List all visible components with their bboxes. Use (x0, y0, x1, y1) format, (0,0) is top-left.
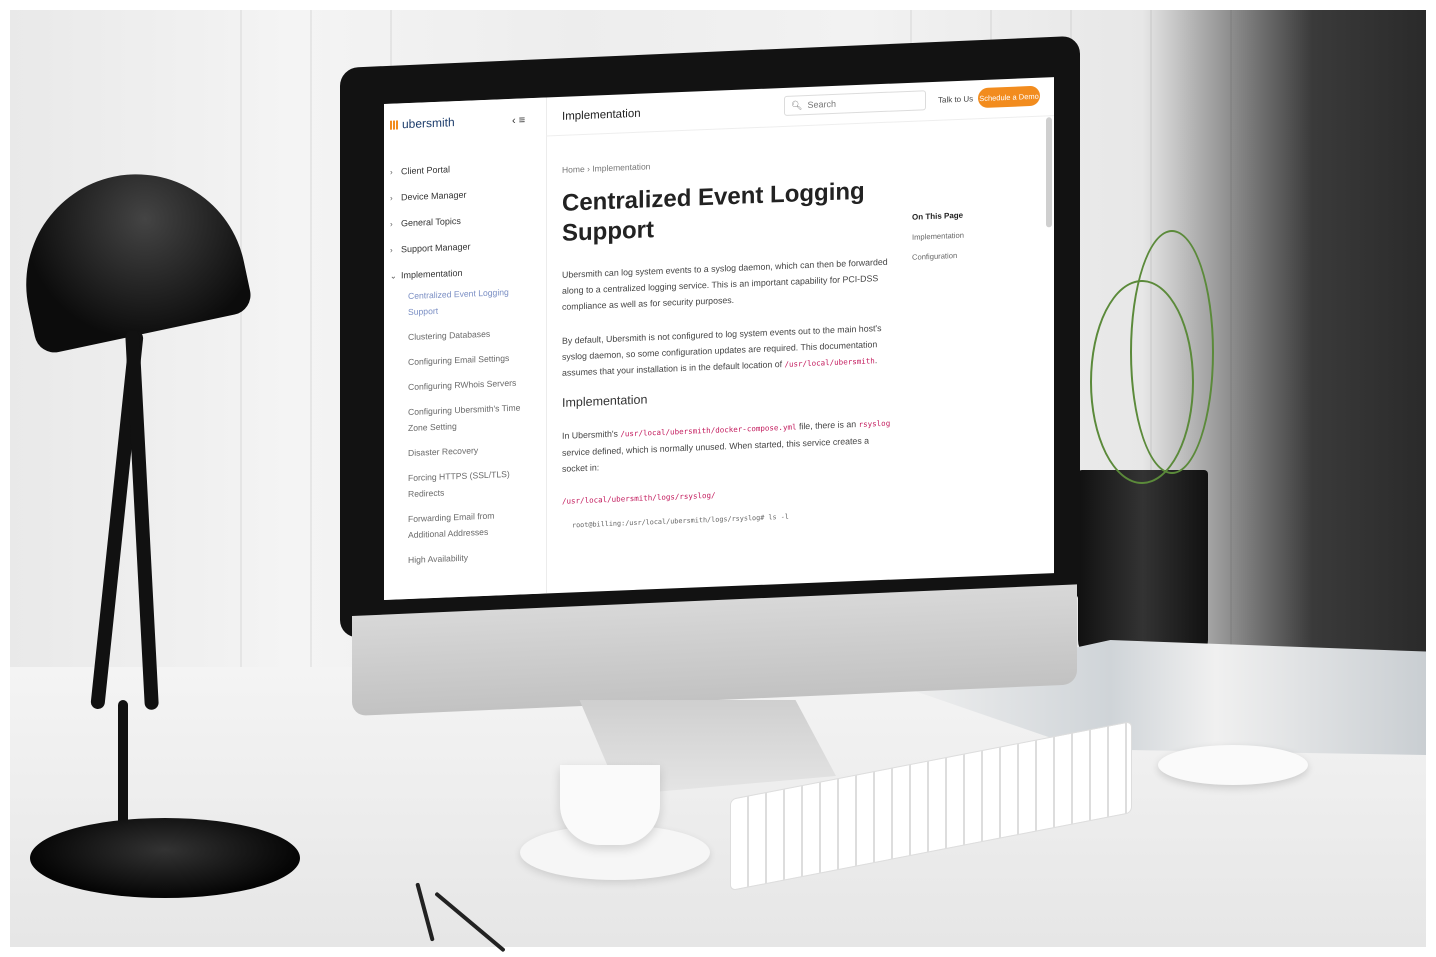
sidebar-subitem[interactable]: Centralized Event Logging Support (390, 283, 534, 321)
breadcrumb-current[interactable]: Implementation (592, 161, 650, 173)
text: . (874, 355, 878, 366)
sidebar-subitem[interactable]: Configuring Ubersmith's Time Zone Settin… (390, 399, 534, 437)
plant (1130, 230, 1214, 474)
chevron-right-icon: › (390, 167, 393, 177)
page-title: Centralized Event Logging Support (562, 177, 865, 247)
sidebar-collapse-icon[interactable]: ‹ ≡ (512, 114, 525, 127)
lamp-base (30, 818, 300, 898)
article: Home › Implementation Centralized Event … (562, 122, 892, 530)
chevron-right-icon: › (390, 193, 393, 203)
paragraph-implementation: In Ubersmith's /usr/local/ubersmith/dock… (562, 415, 892, 477)
plant-pot (1078, 470, 1208, 660)
lamp-stem (118, 700, 128, 830)
mouse (1158, 745, 1308, 785)
terminal-line: root@billing:/usr/local/ubersmith/logs/r… (572, 512, 789, 530)
section-heading-implementation: Implementation (562, 392, 648, 410)
chevron-down-icon: ⌄ (390, 270, 397, 281)
talk-to-us-link[interactable]: Talk to Us (938, 94, 973, 104)
on-this-page: On This Page Implementation Configuratio… (912, 209, 1012, 262)
sidebar-subitem[interactable]: Disaster Recovery (390, 440, 534, 462)
text: file, there is an (796, 418, 859, 432)
text: service defined, which is normally unuse… (562, 435, 870, 474)
sidebar: ubersmith ‹ ≡ › Client Portal › Device Mana… (384, 97, 547, 600)
toc-item-configuration[interactable]: Configuration (912, 249, 1012, 262)
chevron-right-icon: › (390, 219, 393, 229)
sidebar-subitem[interactable]: Configuring Email Settings (390, 349, 534, 371)
inline-code: rsyslog (858, 418, 891, 429)
sidebar-subitem[interactable]: Forwarding Email from Additional Address… (390, 506, 534, 544)
sidebar-subitem[interactable]: Forcing HTTPS (SSL/TLS) Redirects (390, 465, 534, 503)
breadcrumb-separator: › (587, 163, 590, 174)
breadcrumb-home[interactable]: Home (562, 164, 585, 175)
schedule-demo-button[interactable]: Schedule a Demo (978, 85, 1040, 109)
text: By default, Ubersmith is not configured … (562, 323, 882, 378)
sidebar-subitem[interactable]: Configuring RWhois Servers (390, 374, 534, 396)
search-input[interactable]: 🔍︎ Search (784, 90, 926, 116)
inline-code: /usr/local/ubersmith/docker-compose.yml (620, 422, 797, 439)
paragraph-intro: Ubersmith can log system events to a sys… (562, 256, 888, 312)
sidebar-item-label: Support Manager (401, 241, 471, 255)
screen: ubersmith ‹ ≡ › Client Portal › Device Mana… (384, 77, 1054, 600)
toc-heading: On This Page (912, 210, 964, 222)
logo-icon (390, 119, 399, 130)
sidebar-subitem[interactable]: High Availability (390, 547, 534, 569)
sidebar-item-label: General Topics (401, 215, 461, 229)
sidebar-item-label: Implementation (401, 267, 463, 281)
chevron-right-icon: › (390, 245, 393, 255)
sidebar-subitem[interactable]: Clustering Databases (390, 324, 534, 346)
toc-item-implementation[interactable]: Implementation (912, 229, 1012, 242)
logo[interactable]: ubersmith (390, 115, 455, 132)
scrollbar[interactable] (1046, 117, 1052, 228)
inline-code: /usr/local/ubersmith (784, 356, 875, 369)
breadcrumb: Home › Implementation (562, 152, 892, 175)
section-title: Implementation (562, 107, 641, 123)
paragraph-default: By default, Ubersmith is not configured … (562, 320, 892, 382)
code-path: /usr/local/ubersmith/logs/rsyslog/ (562, 490, 716, 506)
sidebar-item-label: Client Portal (401, 164, 451, 177)
logo-text: ubersmith (402, 115, 455, 132)
text: In Ubersmith's (562, 428, 621, 441)
sidebar-nav: › Client Portal › Device Manager › General To… (390, 153, 540, 578)
coffee-cup (560, 765, 660, 845)
search-icon: 🔍︎ (791, 99, 803, 111)
sidebar-item-label: Device Manager (401, 189, 467, 203)
search-placeholder: Search (807, 98, 836, 110)
